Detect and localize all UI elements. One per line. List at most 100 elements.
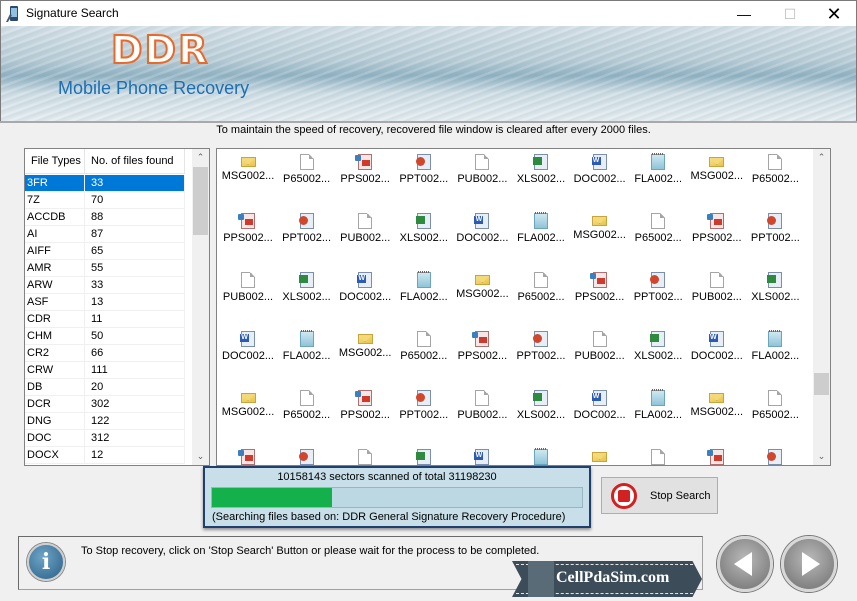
file-item[interactable]: XLS002... xyxy=(512,149,570,189)
back-button[interactable] xyxy=(717,536,773,592)
column-header-files-found[interactable]: No. of files found xyxy=(85,149,185,173)
scroll-thumb[interactable] xyxy=(193,167,208,235)
file-types-scrollbar[interactable]: ⌃ ⌄ xyxy=(192,149,209,465)
file-item[interactable]: PUB002... xyxy=(453,149,511,189)
close-button[interactable]: ✕ xyxy=(811,1,857,27)
file-count-cell: 312 xyxy=(85,430,185,446)
table-row[interactable]: CHM 50 xyxy=(25,328,185,345)
file-item[interactable]: PPS002... xyxy=(688,208,746,248)
file-item[interactable]: PPT002... xyxy=(278,444,336,465)
file-item[interactable]: DOC002... xyxy=(453,444,511,465)
file-item[interactable]: DOC002... xyxy=(453,208,511,248)
file-item[interactable]: FLA002... xyxy=(629,385,687,425)
file-item[interactable]: FLA002... xyxy=(278,326,336,366)
file-type-cell: ASF xyxy=(25,294,85,310)
table-row[interactable]: AIFF 65 xyxy=(25,243,185,260)
table-row[interactable]: AMR 55 xyxy=(25,260,185,277)
table-row[interactable]: CRW 111 xyxy=(25,362,185,379)
scroll-up-icon[interactable]: ⌃ xyxy=(813,149,830,166)
file-item[interactable]: P65002... xyxy=(278,149,336,189)
file-item[interactable]: PPT002... xyxy=(395,385,453,425)
file-item[interactable]: PPS002... xyxy=(688,444,746,465)
file-item[interactable]: PPT002... xyxy=(629,267,687,307)
file-item[interactable]: PPS002... xyxy=(219,444,277,465)
table-row[interactable]: 3FR 33 xyxy=(25,175,185,192)
file-item[interactable]: PPS002... xyxy=(219,208,277,248)
file-item[interactable]: FLA002... xyxy=(395,267,453,307)
stop-search-button[interactable]: Stop Search xyxy=(601,477,718,514)
scroll-thumb[interactable] xyxy=(814,373,829,395)
file-item[interactable]: PUB002... xyxy=(336,208,394,248)
file-item[interactable]: P65002... xyxy=(512,267,570,307)
file-types-table[interactable]: File Types No. of files found 3FR 33 7Z 70 A… xyxy=(24,148,210,466)
table-row[interactable]: ASF 13 xyxy=(25,294,185,311)
file-item[interactable]: FLA002... xyxy=(746,326,804,366)
column-header-file-types[interactable]: File Types xyxy=(25,149,85,173)
file-item[interactable]: PPS002... xyxy=(336,385,394,425)
file-item[interactable]: P65002... xyxy=(629,208,687,248)
file-item[interactable]: PUB002... xyxy=(336,444,394,465)
file-item[interactable]: PPS002... xyxy=(571,267,629,307)
file-item[interactable]: PPT002... xyxy=(512,326,570,366)
minimize-button[interactable]: — xyxy=(721,1,767,27)
table-row[interactable]: DOCX 12 xyxy=(25,447,185,464)
file-item[interactable]: XLS002... xyxy=(278,267,336,307)
table-row[interactable]: DOC 312 xyxy=(25,430,185,447)
file-item[interactable]: XLS002... xyxy=(512,385,570,425)
file-item[interactable]: DOC002... xyxy=(571,149,629,189)
table-row[interactable]: ACCDB 88 xyxy=(25,209,185,226)
next-button[interactable] xyxy=(781,536,837,592)
file-item[interactable]: P65002... xyxy=(746,149,804,189)
file-item[interactable]: PUB002... xyxy=(571,326,629,366)
file-item[interactable]: XLS002... xyxy=(629,326,687,366)
files-scrollbar[interactable]: ⌃ ⌄ xyxy=(813,149,830,465)
file-item[interactable]: FLA002... xyxy=(629,149,687,189)
file-item[interactable]: FLA002... xyxy=(512,444,570,465)
scroll-up-icon[interactable]: ⌃ xyxy=(192,149,209,166)
blank-document-icon xyxy=(358,213,373,229)
file-name: DOC002... xyxy=(573,409,626,421)
file-item[interactable]: MSG002... xyxy=(336,326,394,366)
file-item[interactable]: P65002... xyxy=(278,385,336,425)
file-item[interactable]: DOC002... xyxy=(219,326,277,366)
file-item[interactable]: PUB002... xyxy=(219,267,277,307)
file-item[interactable]: PPT002... xyxy=(746,444,804,465)
file-item[interactable]: PPS002... xyxy=(336,149,394,189)
file-item[interactable]: MSG002... xyxy=(688,385,746,425)
file-item[interactable]: MSG002... xyxy=(219,149,277,189)
file-item[interactable]: MSG002... xyxy=(571,444,629,465)
file-item[interactable]: MSG002... xyxy=(453,267,511,307)
recovered-files-view[interactable]: MSG002... P65002... PPS002... PPT002... PUB0… xyxy=(216,148,831,466)
table-row[interactable]: AI 87 xyxy=(25,226,185,243)
file-item[interactable]: P65002... xyxy=(395,326,453,366)
scroll-down-icon[interactable]: ⌄ xyxy=(192,448,209,465)
file-item[interactable]: XLS002... xyxy=(395,444,453,465)
file-item[interactable]: PPT002... xyxy=(746,208,804,248)
file-item[interactable]: MSG002... xyxy=(571,208,629,248)
table-row[interactable]: DCR 302 xyxy=(25,396,185,413)
table-row[interactable]: DNG 122 xyxy=(25,413,185,430)
ddr-logo: DDR xyxy=(110,27,210,73)
table-row[interactable]: 7Z 70 xyxy=(25,192,185,209)
file-item[interactable]: DOC002... xyxy=(571,385,629,425)
file-item[interactable]: PPS002... xyxy=(453,326,511,366)
file-item[interactable]: PUB002... xyxy=(688,267,746,307)
file-item[interactable]: DOC002... xyxy=(336,267,394,307)
file-item[interactable]: P65002... xyxy=(629,444,687,465)
file-item[interactable]: XLS002... xyxy=(746,267,804,307)
table-row[interactable]: CDR 11 xyxy=(25,311,185,328)
file-item[interactable]: XLS002... xyxy=(395,208,453,248)
table-row[interactable]: CR2 66 xyxy=(25,345,185,362)
file-item[interactable]: PUB002... xyxy=(453,385,511,425)
file-item[interactable]: MSG002... xyxy=(219,385,277,425)
file-item[interactable]: P65002... xyxy=(746,385,804,425)
table-row[interactable]: DB 20 xyxy=(25,379,185,396)
scroll-down-icon[interactable]: ⌄ xyxy=(813,448,830,465)
file-item[interactable]: PPT002... xyxy=(395,149,453,189)
table-row[interactable]: ARW 33 xyxy=(25,277,185,294)
file-item[interactable]: DOC002... xyxy=(688,326,746,366)
file-item[interactable]: MSG002... xyxy=(688,149,746,189)
maximize-button[interactable]: ☐ xyxy=(767,1,813,27)
file-item[interactable]: FLA002... xyxy=(512,208,570,248)
file-item[interactable]: PPT002... xyxy=(278,208,336,248)
